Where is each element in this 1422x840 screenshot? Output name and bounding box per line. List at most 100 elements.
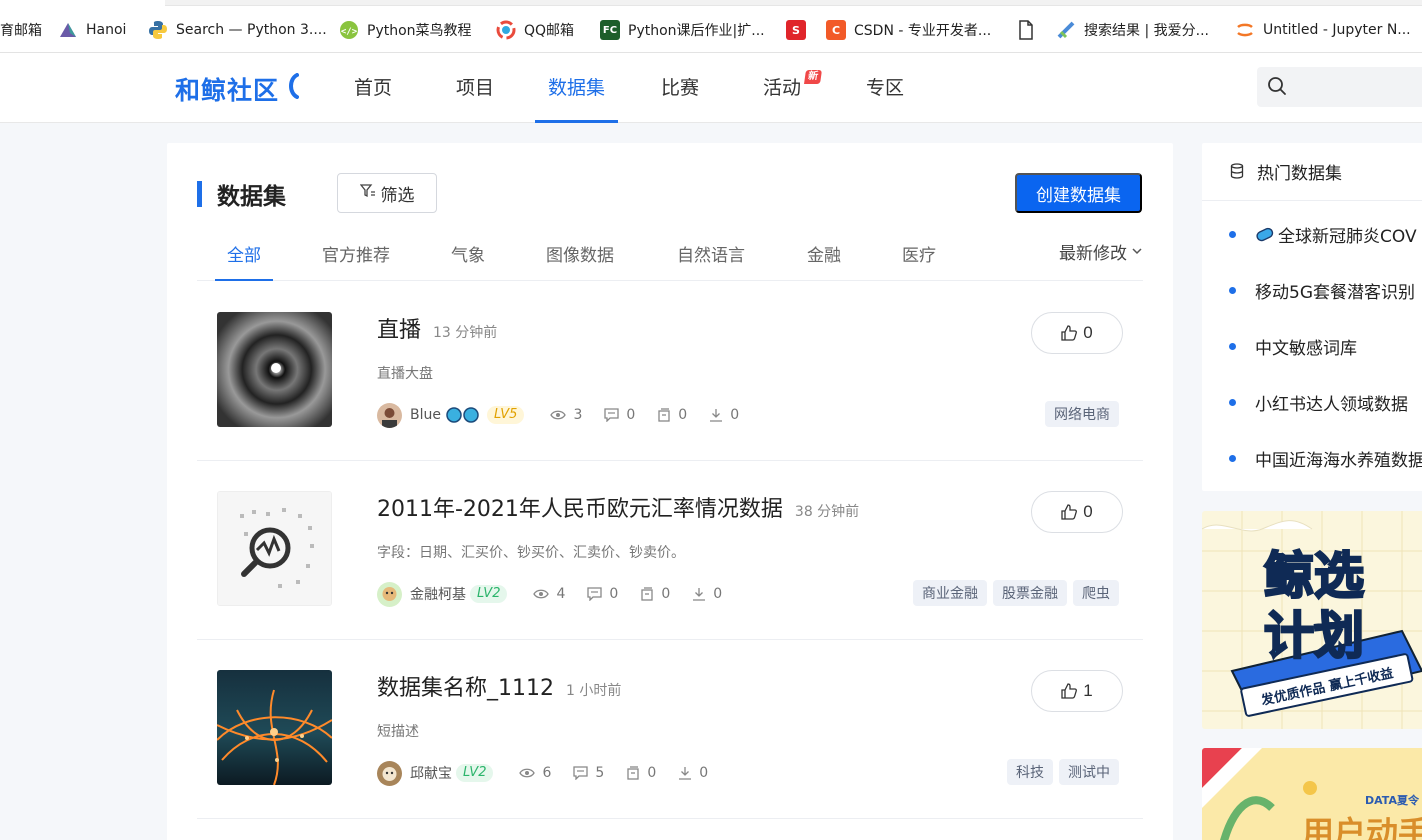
tag[interactable]: 测试中: [1059, 759, 1119, 785]
dataset-title[interactable]: 直播 13 分钟前: [377, 312, 497, 344]
page-title: 数据集: [217, 184, 286, 210]
tab-medical[interactable]: 医疗: [902, 241, 936, 266]
site-search[interactable]: [1257, 67, 1422, 107]
bookmark-hanoi[interactable]: Hanoi: [58, 18, 126, 42]
bookmark-page[interactable]: [1016, 18, 1044, 42]
thumbs-up-icon: [1061, 683, 1078, 699]
filter-button[interactable]: 筛选: [337, 173, 437, 213]
tab-all[interactable]: 全部: [215, 241, 273, 281]
like-button[interactable]: 0: [1031, 491, 1123, 533]
hot-dataset-item[interactable]: 中国近海海水养殖数据: [1229, 446, 1422, 471]
hot-dataset-label: 中国近海海水养殖数据: [1255, 451, 1422, 471]
fork-count-value: 0: [678, 407, 688, 423]
view-count: 6: [519, 765, 551, 781]
tab-official[interactable]: 官方推荐: [322, 241, 390, 266]
dataset-description: 直播大盘: [377, 366, 433, 382]
site-logo[interactable]: 和鲸社区: [175, 71, 300, 107]
nav-competitions[interactable]: 比赛: [661, 53, 699, 123]
dataset-thumbnail[interactable]: [217, 312, 332, 427]
avatar[interactable]: [377, 402, 402, 428]
python-icon: [148, 20, 168, 40]
download-count: 0: [678, 765, 708, 781]
like-button[interactable]: 0: [1031, 312, 1123, 354]
hot-datasets-header: 热门数据集: [1202, 143, 1422, 201]
tab-weather[interactable]: 气象: [451, 241, 485, 266]
tag[interactable]: 股票金融: [993, 580, 1067, 606]
dataset-title-text: 2011年-2021年人民币欧元汇率情况数据: [377, 497, 783, 522]
view-count-value: 4: [556, 586, 566, 602]
dataset-title[interactable]: 数据集名称_1112 1 小时前: [377, 670, 621, 702]
avatar[interactable]: [377, 760, 402, 786]
create-dataset-button[interactable]: 创建数据集: [1015, 173, 1142, 213]
fc-icon: FC: [600, 20, 620, 40]
username[interactable]: 邱献宝: [410, 763, 452, 783]
tag[interactable]: 网络电商: [1045, 401, 1119, 427]
tab-finance[interactable]: 金融: [807, 241, 841, 266]
dataset-title-text: 数据集名称_1112: [377, 676, 554, 701]
bookmark-jupyter[interactable]: Untitled - Jupyter N...: [1235, 18, 1411, 42]
bookmark-python-homework[interactable]: FC Python课后作业|扩...: [600, 18, 765, 42]
nav-zones[interactable]: 专区: [866, 53, 904, 123]
hot-dataset-item[interactable]: 小红书达人领域数据: [1229, 390, 1408, 415]
like-count: 0: [1083, 502, 1093, 521]
like-button[interactable]: 1: [1031, 670, 1123, 712]
dataset-thumbnail[interactable]: [217, 670, 332, 785]
dataset-time: 38 分钟前: [794, 504, 860, 520]
username[interactable]: 金融柯基: [410, 584, 466, 604]
bookmark-s[interactable]: S: [786, 18, 814, 42]
nav-home[interactable]: 首页: [354, 53, 392, 123]
search-input[interactable]: [1295, 67, 1422, 107]
level-badge: LV2: [470, 585, 508, 603]
site-header: 和鲸社区 首页 项目 数据集 比赛 活动 新 专区: [0, 53, 1422, 123]
tab-nlp[interactable]: 自然语言: [677, 241, 745, 266]
dataset-thumbnail[interactable]: [217, 491, 332, 606]
nav-datasets[interactable]: 数据集: [534, 53, 619, 123]
sort-dropdown[interactable]: 最新修改: [1059, 239, 1143, 264]
avatar[interactable]: [377, 581, 402, 607]
dataset-meta: 金融柯基 LV2 4 0 0 0: [377, 581, 744, 607]
dataset-title[interactable]: 2011年-2021年人民币欧元汇率情况数据 38 分钟前: [377, 491, 859, 523]
bookmark-csdn[interactable]: C CSDN - 专业开发者...: [826, 18, 991, 42]
username[interactable]: Blue: [410, 407, 441, 423]
download-count-value: 0: [699, 765, 709, 781]
dataset-row[interactable]: 数据集名称_1112 1 小时前 短描述 邱献宝 LV2 6 5 0 0 1 科…: [197, 640, 1143, 819]
new-badge: 新: [804, 70, 822, 84]
whale-badge-icon: [445, 406, 481, 424]
bookmark-runoob[interactable]: </> Python菜鸟教程: [339, 18, 472, 42]
comment-icon: [587, 587, 603, 601]
fork-count: 0: [657, 407, 687, 423]
comment-count-value: 0: [609, 586, 619, 602]
data-summer-banner[interactable]: DATA夏令 用户动手: [1202, 748, 1422, 840]
bullet-dot: [1229, 231, 1236, 238]
view-count-value: 6: [542, 765, 552, 781]
bookmark-label: 搜索结果 | 我爱分...: [1084, 23, 1209, 39]
whale-select-banner[interactable]: 鲸选 计划 发优质作品 赢上千收益: [1202, 511, 1422, 729]
bookmark-search-result[interactable]: 搜索结果 | 我爱分...: [1056, 18, 1209, 42]
hot-dataset-item[interactable]: 中文敏感词库: [1229, 334, 1357, 359]
tag[interactable]: 爬虫: [1073, 580, 1119, 606]
bullet-dot: [1229, 287, 1236, 294]
nav-activities[interactable]: 活动 新: [763, 53, 822, 123]
svg-text:</>: </>: [341, 27, 358, 37]
jupyter-icon: [1235, 20, 1255, 40]
tag-list: 商业金融 股票金融 爬虫: [913, 580, 1119, 606]
bookmark-mail[interactable]: 育邮箱: [0, 18, 42, 42]
dataset-row[interactable]: 2011年-2021年人民币欧元汇率情况数据 38 分钟前 字段：日期、汇买价、钞…: [197, 461, 1143, 640]
hot-dataset-label: 全球新冠肺炎COV: [1278, 227, 1417, 247]
tab-image-data[interactable]: 图像数据: [546, 241, 614, 266]
dataset-title-text: 直播: [377, 318, 422, 343]
comment-count: 0: [587, 586, 618, 602]
nav-projects[interactable]: 项目: [456, 53, 494, 123]
hot-dataset-item[interactable]: 移动5G套餐潜客识别: [1229, 278, 1415, 303]
tag[interactable]: 科技: [1007, 759, 1053, 785]
dataset-row[interactable]: 直播 13 分钟前 直播大盘 Blue LV5 3 0 0 0 0 网络电商: [197, 282, 1143, 461]
dataset-panel: 数据集 筛选 创建数据集 全部 官方推荐 气象 图像数据 自然语言 金融 医疗 …: [167, 143, 1173, 840]
comment-count: 5: [573, 765, 604, 781]
hot-dataset-item[interactable]: 全球新冠肺炎COV: [1229, 222, 1417, 247]
tag[interactable]: 商业金融: [913, 580, 987, 606]
bookmark-python-search[interactable]: Search — Python 3....: [148, 18, 327, 42]
stack-icon: [658, 408, 670, 422]
bullet-dot: [1229, 343, 1236, 350]
bookmark-qqmail[interactable]: QQ邮箱: [496, 18, 574, 42]
banner-headline: 用户动手: [1302, 814, 1422, 840]
